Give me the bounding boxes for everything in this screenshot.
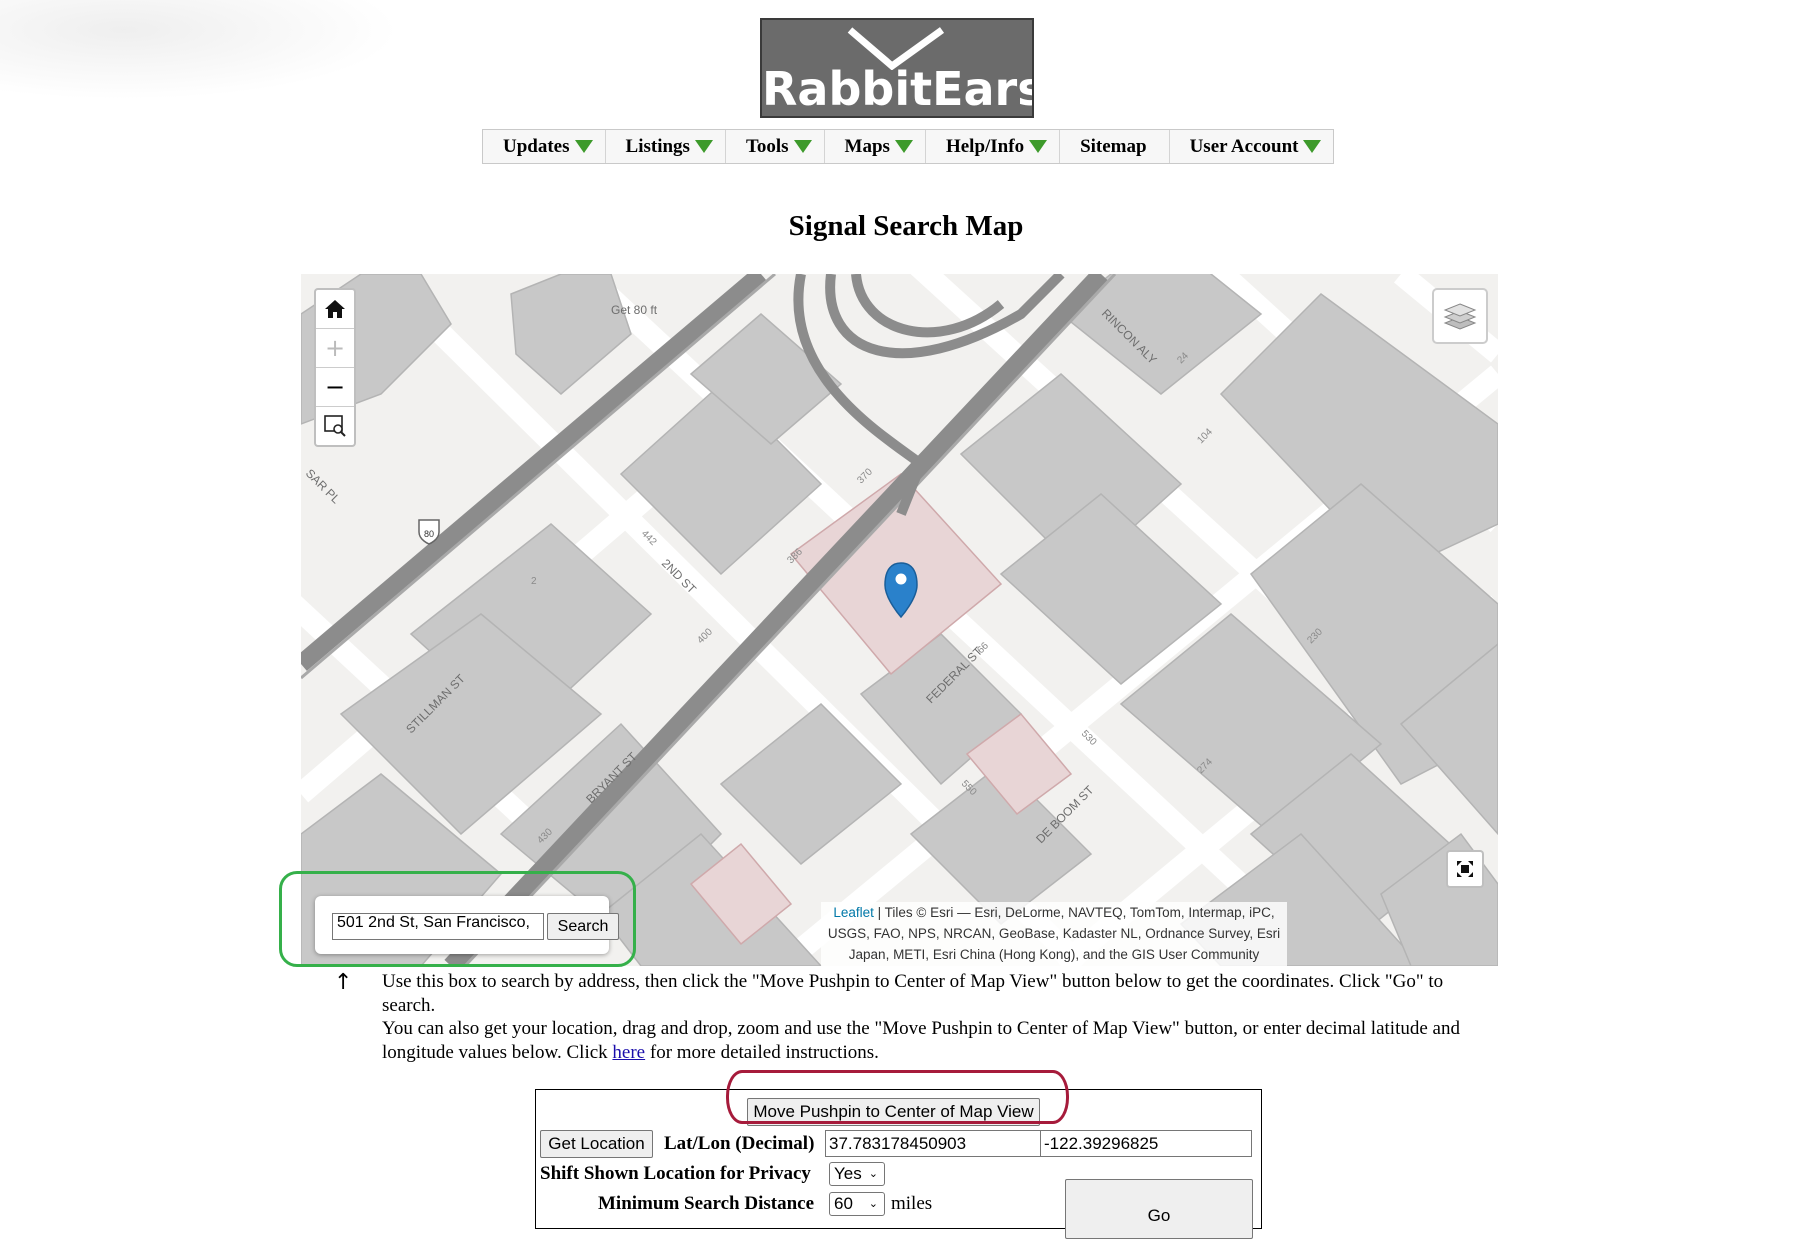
box-zoom-icon — [324, 415, 346, 437]
nav-sitemap[interactable]: Sitemap — [1060, 130, 1170, 163]
move-pushpin-highlight-ring — [726, 1070, 1069, 1124]
main-nav: Updates Listings Tools Maps Help/Info Si… — [482, 129, 1335, 164]
privacy-select-value: Yes — [834, 1164, 862, 1183]
instructions-line-2: You can also get your location, drag and… — [382, 1017, 1498, 1064]
nav-label: Listings — [625, 135, 690, 157]
arrow-up-icon: ↑ — [334, 970, 353, 995]
get-location-button[interactable]: Get Location — [540, 1130, 653, 1158]
corner-smudge — [0, 0, 400, 100]
nav-user-account[interactable]: User Account — [1170, 130, 1334, 163]
privacy-select[interactable]: Yes ⌄ — [829, 1162, 885, 1186]
nav-help-info[interactable]: Help/Info — [926, 130, 1061, 163]
distance-select[interactable]: 60 ⌄ — [829, 1192, 885, 1216]
nav-label: Tools — [745, 135, 789, 157]
dropdown-triangle-icon — [894, 140, 913, 153]
nav-label: User Account — [1189, 135, 1299, 157]
map-view[interactable]: 2ND ST BRYANT ST STILLMAN ST FEDERAL ST … — [301, 274, 1498, 966]
distance-select-value: 60 — [834, 1194, 853, 1213]
instructions-line-1: Use this box to search by address, then … — [382, 971, 1444, 1016]
layers-button[interactable] — [1432, 288, 1488, 344]
page-title: Signal Search Map — [788, 210, 1024, 242]
dropdown-triangle-icon — [1303, 140, 1322, 153]
chevron-down-icon: ⌄ — [868, 1197, 878, 1210]
distance-unit: miles — [891, 1193, 933, 1214]
home-icon — [325, 300, 345, 318]
zoom-out-button[interactable]: − — [316, 368, 354, 407]
nav-label: Help/Info — [945, 135, 1025, 157]
logo-text: RabbitEars — [762, 62, 1034, 116]
search-highlight-ring — [279, 871, 636, 967]
attribution-text: | Tiles © Esri — Esri, DeLorme, NAVTEQ, … — [827, 905, 1281, 962]
distance-label: Minimum Search Distance — [598, 1193, 815, 1214]
instructions-line-2b: for more detailed instructions. — [645, 1041, 879, 1063]
latitude-input[interactable]: 37.783178450903 — [825, 1130, 1041, 1157]
site-logo[interactable]: RabbitEars — [760, 18, 1034, 118]
highway-shield-number: 80 — [424, 529, 434, 539]
zoom-in-button[interactable]: + — [316, 329, 354, 368]
address-number: 2 — [531, 576, 537, 587]
privacy-label: Shift Shown Location for Privacy — [540, 1163, 811, 1184]
map-attribution: Leaflet | Tiles © Esri — Esri, DeLorme, … — [821, 902, 1287, 966]
dropdown-triangle-icon — [574, 140, 593, 153]
fullscreen-icon — [1457, 861, 1473, 877]
nav-label: Maps — [844, 135, 890, 157]
nav-listings[interactable]: Listings — [606, 130, 726, 163]
map-tiles: 2ND ST BRYANT ST STILLMAN ST FEDERAL ST … — [301, 274, 1498, 966]
nav-label: Updates — [503, 135, 570, 157]
leaflet-link[interactable]: Leaflet — [833, 905, 874, 920]
zoom-control: + − — [314, 288, 356, 447]
nav-tools[interactable]: Tools — [726, 130, 825, 163]
dropdown-triangle-icon — [793, 140, 812, 153]
dropdown-triangle-icon — [694, 140, 713, 153]
latlon-label: Lat/Lon (Decimal) — [664, 1133, 815, 1154]
nav-updates[interactable]: Updates — [483, 130, 606, 163]
longitude-input[interactable]: -122.39296825 — [1040, 1130, 1252, 1157]
box-zoom-button[interactable] — [316, 407, 354, 445]
instructions-text: Use this box to search by address, then … — [382, 970, 1498, 1064]
chevron-down-icon: ⌄ — [868, 1167, 878, 1180]
go-button[interactable]: Go — [1065, 1179, 1253, 1239]
nav-maps[interactable]: Maps — [825, 130, 926, 163]
instructions-line-2a: You can also get your location, drag and… — [382, 1018, 1460, 1063]
fullscreen-button[interactable] — [1446, 850, 1484, 888]
layers-icon — [1443, 303, 1477, 330]
dropdown-triangle-icon — [1029, 140, 1048, 153]
nav-label: Sitemap — [1080, 135, 1147, 157]
home-button[interactable] — [316, 290, 354, 329]
elevation-label: Get 80 ft — [611, 303, 658, 317]
instructions-here-link[interactable]: here — [612, 1042, 645, 1063]
